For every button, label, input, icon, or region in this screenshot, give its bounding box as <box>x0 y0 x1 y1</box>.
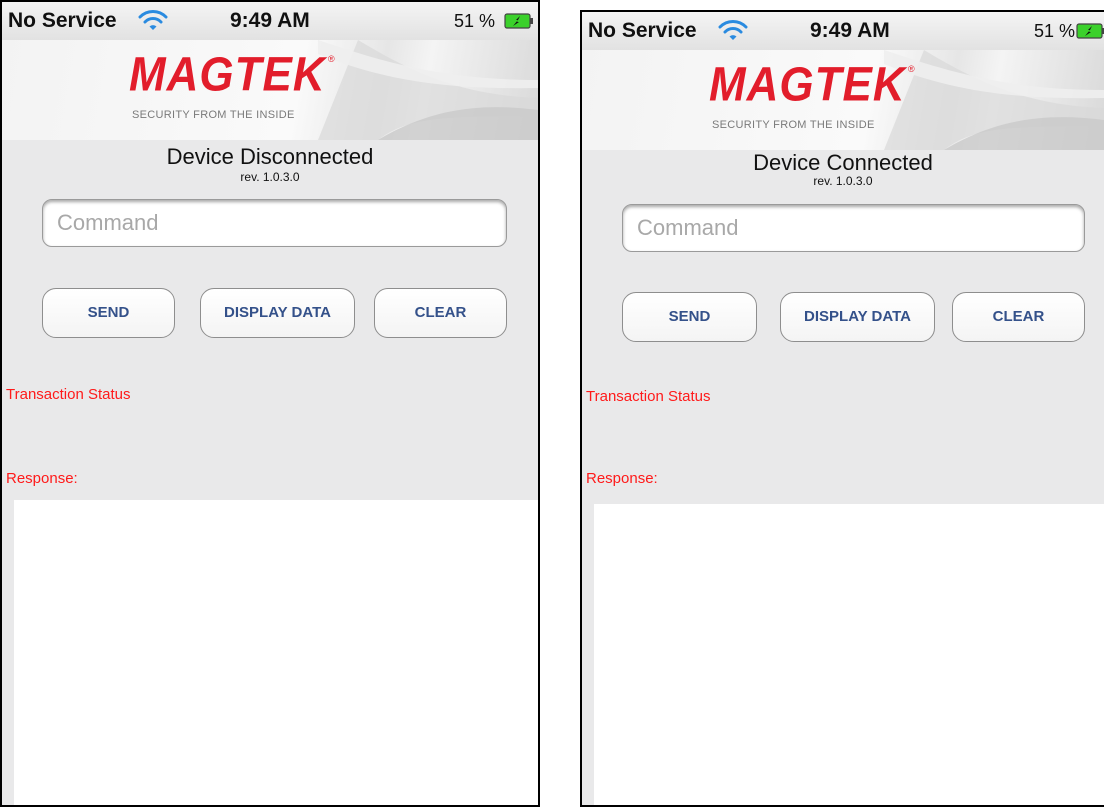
carrier-label: No Service <box>8 9 117 32</box>
status-bar: No Service 9:49 AM 51 % <box>582 12 1104 51</box>
send-button[interactable]: SEND <box>622 292 757 342</box>
transaction-status-label: Transaction Status <box>6 386 131 403</box>
clear-button[interactable]: CLEAR <box>952 292 1085 342</box>
wifi-icon <box>138 10 168 30</box>
revision-label: rev. 1.0.3.0 <box>813 174 873 188</box>
command-input[interactable] <box>42 199 507 247</box>
clear-button[interactable]: CLEAR <box>374 288 507 338</box>
phone-screen-connected: No Service 9:49 AM 51 % MAGTEK ® SECURIT… <box>580 10 1104 807</box>
magtek-tagline: SECURITY FROM THE INSIDE <box>132 109 295 121</box>
response-text-area[interactable] <box>594 504 1104 805</box>
device-status-label: Device Disconnected <box>166 144 374 169</box>
magtek-banner: MAGTEK ® SECURITY FROM THE INSIDE <box>2 40 538 140</box>
registered-mark: ® <box>328 54 335 64</box>
wifi-icon <box>718 20 748 40</box>
registered-mark: ® <box>908 64 915 74</box>
clock: 9:49 AM <box>230 9 310 32</box>
device-status-label: Device Connected <box>753 150 933 175</box>
battery-charging-icon <box>504 13 533 29</box>
clock: 9:49 AM <box>810 19 890 42</box>
carrier-label: No Service <box>588 19 697 42</box>
battery-charging-icon <box>1076 23 1104 39</box>
revision-label: rev. 1.0.3.0 <box>240 170 300 184</box>
response-text-area[interactable] <box>14 500 538 805</box>
response-label: Response: <box>586 470 658 487</box>
battery-percentage: 51 % <box>1034 21 1076 41</box>
magtek-logo: MAGTEK <box>709 57 906 112</box>
banner-swoosh <box>884 50 1104 150</box>
banner-swoosh <box>318 40 538 140</box>
magtek-logo: MAGTEK <box>129 47 326 102</box>
phone-screen-disconnected: No Service 9:49 AM 51 % MAGTEK ® SECURIT… <box>0 0 540 807</box>
response-label: Response: <box>6 470 78 487</box>
transaction-status-label: Transaction Status <box>586 388 711 405</box>
battery-percentage: 51 % <box>454 11 496 31</box>
status-bar: No Service 9:49 AM 51 % <box>2 2 538 41</box>
display-data-button[interactable]: DISPLAY DATA <box>200 288 355 338</box>
display-data-button[interactable]: DISPLAY DATA <box>780 292 935 342</box>
magtek-banner: MAGTEK ® SECURITY FROM THE INSIDE <box>582 50 1104 150</box>
send-button[interactable]: SEND <box>42 288 175 338</box>
command-input[interactable] <box>622 204 1085 252</box>
magtek-tagline: SECURITY FROM THE INSIDE <box>712 119 875 131</box>
